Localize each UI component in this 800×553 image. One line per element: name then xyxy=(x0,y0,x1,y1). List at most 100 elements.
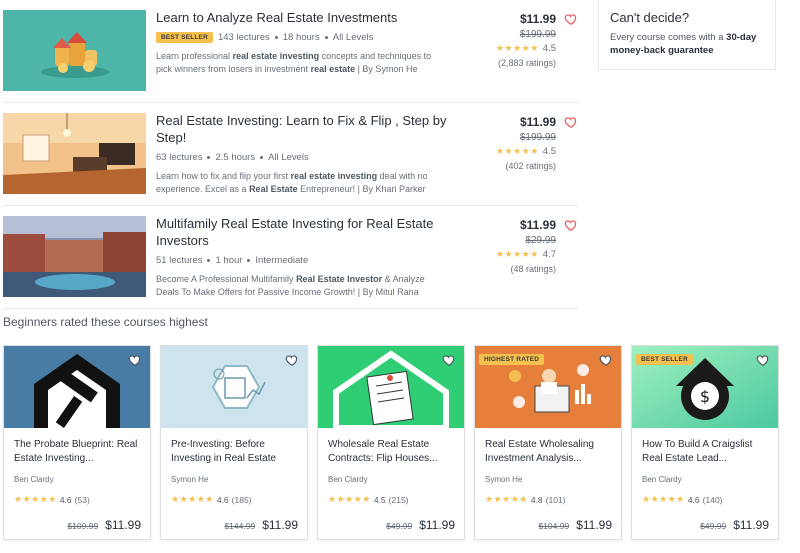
course-description: Learn how to fix and flip your first rea… xyxy=(156,171,428,194)
card-price: $49.99 $11.99 xyxy=(386,518,455,532)
section-title: Beginners rated these courses highest xyxy=(3,315,208,329)
wishlist-heart-icon[interactable] xyxy=(756,353,770,367)
current-price: $11.99 xyxy=(262,518,298,532)
course-level: Intermediate xyxy=(255,255,309,266)
current-price: $11.99 xyxy=(419,518,455,532)
card-thumbnail[interactable] xyxy=(161,346,307,428)
course-card[interactable]: $ Best Seller How To Build A Craigslist … xyxy=(631,345,779,540)
course-hours: 2.5 hours xyxy=(215,152,256,163)
separator-dot xyxy=(207,259,211,262)
wishlist-heart-icon[interactable] xyxy=(128,353,142,367)
original-price: $49.99 xyxy=(700,521,727,531)
course-thumbnail[interactable] xyxy=(3,10,146,91)
star-rating-icon: ★★★★★ xyxy=(485,494,528,504)
course-level: All Levels xyxy=(268,152,309,163)
original-price: $29.99 xyxy=(525,235,556,246)
separator-dot xyxy=(274,36,278,39)
wishlist-heart-icon[interactable] xyxy=(285,353,299,367)
rating-count: (140) xyxy=(702,494,723,505)
rating-count: (2,883 ratings) xyxy=(497,58,556,68)
star-rating-icon: ★★★★★ xyxy=(171,494,214,504)
card-thumbnail[interactable]: Highest Rated xyxy=(475,346,621,428)
wishlist-heart-icon[interactable] xyxy=(442,353,456,367)
card-price: $109.99 $11.99 xyxy=(67,518,141,532)
original-price: $104.99 xyxy=(538,521,570,531)
price-block: $11.99 $29.99 ★★★★★ 4.7 (48 ratings) xyxy=(496,218,556,274)
course-card[interactable]: The Probate Blueprint: Real Estate Inves… xyxy=(3,345,151,540)
wishlist-heart-icon[interactable] xyxy=(599,353,613,367)
course-title[interactable]: Real Estate Investing: Learn to Fix & Fl… xyxy=(156,112,456,146)
course-row[interactable]: Learn to Analyze Real Estate Investments… xyxy=(3,0,578,103)
course-description: Learn professional real estate investing… xyxy=(156,51,432,74)
card-price: $144.99 $11.99 xyxy=(224,518,298,532)
wishlist-heart-icon[interactable] xyxy=(564,12,578,26)
star-rating-icon: ★★★★★ xyxy=(495,146,539,156)
star-rating-icon: ★★★★★ xyxy=(328,494,371,504)
wishlist-heart-icon[interactable] xyxy=(564,218,578,232)
current-price: $11.99 xyxy=(519,218,556,232)
separator-dot xyxy=(324,36,328,39)
course-title[interactable]: Multifamily Real Estate Investing for Re… xyxy=(156,215,456,249)
card-author: Ben Clardy xyxy=(642,475,682,484)
star-rating-icon: ★★★★★ xyxy=(14,494,57,504)
card-author: Symon He xyxy=(485,475,523,484)
highest-rated-badge: Highest Rated xyxy=(479,354,545,365)
guarantee-text-part: Every course comes with a xyxy=(610,32,727,43)
card-author: Ben Clardy xyxy=(328,475,368,484)
course-card[interactable]: Wholesale Real Estate Contracts: Flip Ho… xyxy=(317,345,465,540)
card-rating: ★★★★★ 4.6 (185) xyxy=(171,494,252,505)
course-hours: 1 hour xyxy=(215,255,243,266)
course-card[interactable]: Pre-Investing: Before Investing in Real … xyxy=(160,345,308,540)
price-block: $11.99 $199.99 ★★★★★ 4.5 (2,883 ratings) xyxy=(496,12,556,68)
lecture-count: 51 lectures xyxy=(156,255,203,266)
money-back-guarantee-box: Can't decide? Every course comes with a … xyxy=(598,0,776,70)
rating-count: (215) xyxy=(388,494,409,505)
star-rating-icon: ★★★★★ xyxy=(495,249,539,259)
svg-text:$: $ xyxy=(700,387,710,406)
course-thumbnail[interactable] xyxy=(3,113,146,194)
card-title[interactable]: How To Build A Craigslist Real Estate Le… xyxy=(642,438,772,466)
current-price: $11.99 xyxy=(733,518,769,532)
star-rating-icon: ★★★★★ xyxy=(642,494,685,504)
card-title[interactable]: Real Estate Wholesaling Investment Analy… xyxy=(485,438,615,466)
rating-value: 4.6 xyxy=(59,494,72,505)
bestseller-badge: Best Seller xyxy=(156,32,213,43)
rating: ★★★★★ 4.5 xyxy=(496,146,556,157)
course-meta: 51 lectures 1 hour Intermediate xyxy=(156,255,456,266)
rating-value: 4.7 xyxy=(542,249,556,260)
card-thumbnail[interactable] xyxy=(4,346,150,428)
course-title[interactable]: Learn to Analyze Real Estate Investments xyxy=(156,9,456,26)
original-price: $109.99 xyxy=(67,521,99,531)
rating-count: (53) xyxy=(74,494,90,505)
wishlist-heart-icon[interactable] xyxy=(564,115,578,129)
card-title[interactable]: Wholesale Real Estate Contracts: Flip Ho… xyxy=(328,438,458,466)
separator-dot xyxy=(207,156,211,159)
original-price: $199.99 xyxy=(519,29,556,40)
lecture-count: 143 lectures xyxy=(217,32,270,43)
course-card[interactable]: Highest Rated Real Estate Wholesaling In… xyxy=(474,345,622,540)
course-row[interactable]: Real Estate Investing: Learn to Fix & Fl… xyxy=(3,103,578,206)
card-thumbnail[interactable] xyxy=(318,346,464,428)
course-thumbnail[interactable] xyxy=(3,216,146,297)
rating-value: 4.5 xyxy=(373,494,386,505)
card-thumbnail[interactable]: $ Best Seller xyxy=(632,346,778,428)
rating-value: 4.6 xyxy=(687,494,700,505)
rating-count: (48 ratings) xyxy=(510,264,556,274)
course-meta: 63 lectures 2.5 hours All Levels xyxy=(156,152,456,163)
card-title[interactable]: The Probate Blueprint: Real Estate Inves… xyxy=(14,438,144,466)
star-rating-icon: ★★★★★ xyxy=(495,43,539,53)
course-list: Learn to Analyze Real Estate Investments… xyxy=(3,0,578,309)
card-author: Symon He xyxy=(171,475,209,484)
course-level: All Levels xyxy=(332,32,374,43)
card-title[interactable]: Pre-Investing: Before Investing in Real … xyxy=(171,438,301,466)
course-row[interactable]: Multifamily Real Estate Investing for Re… xyxy=(3,206,578,309)
card-rating: ★★★★★ 4.5 (215) xyxy=(328,494,409,505)
rating: ★★★★★ 4.5 xyxy=(496,43,556,54)
rating-value: 4.5 xyxy=(542,146,556,157)
separator-dot xyxy=(247,259,251,262)
card-rating: ★★★★★ 4.6 (140) xyxy=(642,494,723,505)
current-price: $11.99 xyxy=(519,115,556,129)
guarantee-text: Every course comes with a 30-day money-b… xyxy=(610,31,764,57)
separator-dot xyxy=(260,156,264,159)
bestseller-badge: Best Seller xyxy=(636,354,693,365)
